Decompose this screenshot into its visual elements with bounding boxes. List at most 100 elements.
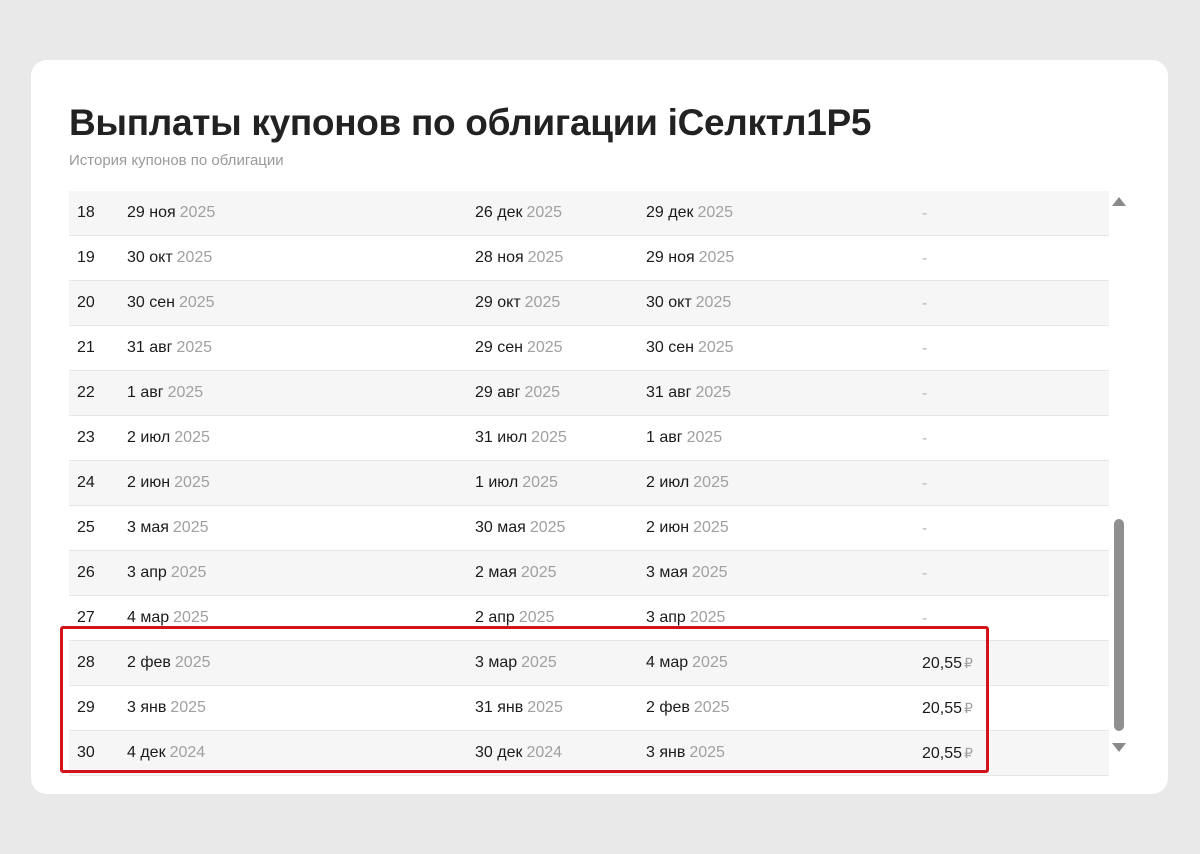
coupon-amount-value: -	[922, 295, 928, 312]
payment-date-year: 2025	[697, 204, 734, 221]
ruble-icon: ₽	[964, 700, 973, 716]
start-date-day: 28 ноя	[475, 249, 524, 266]
payment-date-year: 2025	[693, 519, 729, 536]
record-date-day: 2 июн	[127, 474, 171, 491]
payment-date-day: 30 окт	[646, 294, 692, 311]
start-date-year: 2025	[527, 249, 564, 266]
payment-date-year: 2025	[691, 564, 728, 581]
start-date-day: 2 мая	[475, 564, 517, 581]
scroll-up-icon[interactable]	[1112, 197, 1126, 206]
record-date-year: 2025	[167, 384, 204, 401]
record-date-day: 29 ноя	[127, 204, 176, 221]
payment-date: 1 авг 2025	[646, 416, 722, 460]
table-row: 30 4 дек 2024 30 дек 2024 3 янв 2025 20,55 ₽	[69, 731, 1109, 776]
coupon-amount-value: -	[922, 565, 928, 582]
start-date-day: 31 янв	[475, 699, 524, 716]
record-date-year: 2025	[170, 699, 206, 716]
coupon-number: 24	[77, 474, 95, 491]
coupon-amount: -	[922, 461, 929, 506]
record-date-year: 2025	[179, 204, 216, 221]
start-date-year: 2025	[529, 519, 566, 536]
coupon-number: 27	[77, 609, 95, 626]
payment-date-year: 2025	[695, 384, 732, 401]
record-date-day: 1 авг	[127, 384, 164, 401]
record-date-day: 31 авг	[127, 339, 173, 356]
table-row: 20 30 сен 2025 29 окт 2025 30 окт 2025-	[69, 281, 1109, 326]
start-date: 29 авг 2025	[475, 371, 560, 415]
record-date: 31 авг 2025	[127, 326, 212, 370]
coupon-amount-value: -	[922, 430, 928, 447]
coupon-number: 22	[77, 384, 95, 401]
start-date-year: 2025	[531, 429, 567, 446]
coupon-amount-value: -	[922, 475, 928, 492]
record-date: 2 июл 2025	[127, 416, 210, 460]
table-row: 26 3 апр 2025 2 мая 2025 3 мая 2025-	[69, 551, 1109, 596]
table-row: 24 2 июн 2025 1 июл 2025 2 июл 2025-	[69, 461, 1109, 506]
table-row: 27 4 мар 2025 2 апр 2025 3 апр 2025-	[69, 596, 1109, 641]
record-date: 3 мая 2025	[127, 506, 209, 550]
record-date-day: 3 апр	[127, 564, 167, 581]
payment-date: 4 мар 2025	[646, 641, 728, 685]
coupon-number: 26	[77, 564, 95, 581]
payment-date: 3 мая 2025	[646, 551, 728, 595]
record-date-year: 2025	[176, 249, 213, 266]
start-date: 31 июл 2025	[475, 416, 567, 460]
start-date: 3 мар 2025	[475, 641, 557, 685]
payment-date-day: 4 мар	[646, 654, 689, 671]
payment-date-day: 31 авг	[646, 384, 692, 401]
scrollbar-thumb[interactable]	[1114, 519, 1124, 731]
coupon-amount: -	[922, 236, 929, 281]
record-date: 30 окт 2025	[127, 236, 212, 280]
coupon-amount-value: -	[922, 385, 928, 402]
start-date-year: 2025	[527, 699, 563, 716]
payment-date: 3 янв 2025	[646, 731, 725, 775]
start-date-year: 2025	[524, 384, 561, 401]
start-date: 30 мая 2025	[475, 506, 565, 550]
start-date-day: 29 авг	[475, 384, 521, 401]
coupon-number: 18	[77, 204, 95, 221]
start-date-year: 2025	[526, 339, 563, 356]
start-date-day: 3 мар	[475, 654, 518, 671]
record-date: 4 дек 2024	[127, 731, 205, 775]
payment-date: 2 июл 2025	[646, 461, 729, 505]
payment-date: 3 апр 2025	[646, 596, 725, 640]
payment-date-day: 3 апр	[646, 609, 686, 626]
scroll-down-icon[interactable]	[1112, 743, 1126, 752]
coupon-amount: 20,55 ₽	[922, 731, 973, 776]
payment-date-day: 2 июн	[646, 519, 690, 536]
start-date-year: 2025	[518, 609, 555, 626]
record-date: 2 июн 2025	[127, 461, 210, 505]
start-date: 30 дек 2024	[475, 731, 562, 775]
page-subtitle: История купонов по облигации	[69, 152, 284, 169]
start-date-year: 2024	[526, 744, 563, 761]
payment-date: 2 июн 2025	[646, 506, 729, 550]
start-date-year: 2025	[520, 564, 557, 581]
record-date-year: 2025	[174, 429, 210, 446]
record-date-year: 2025	[170, 564, 207, 581]
coupon-number: 25	[77, 519, 95, 536]
start-date: 29 сен 2025	[475, 326, 563, 370]
payment-date-year: 2025	[686, 429, 723, 446]
payment-date: 30 сен 2025	[646, 326, 734, 370]
record-date-year: 2025	[173, 609, 209, 626]
coupon-amount: -	[922, 191, 929, 236]
coupon-number: 30	[77, 744, 95, 761]
coupon-amount: -	[922, 506, 929, 551]
payment-date-day: 3 мая	[646, 564, 688, 581]
coupon-amount-value: -	[922, 205, 928, 222]
record-date-day: 30 сен	[127, 294, 175, 311]
payment-date-year: 2025	[697, 339, 734, 356]
coupon-number: 19	[77, 249, 95, 266]
coupon-table: 18 29 ноя 2025 26 дек 2025 29 дек 2025-19 30 ок…	[69, 191, 1109, 776]
table-row: 22 1 авг 2025 29 авг 2025 31 авг 2025-	[69, 371, 1109, 416]
start-date-day: 29 окт	[475, 294, 521, 311]
start-date-day: 31 июл	[475, 429, 528, 446]
payment-date: 2 фев 2025	[646, 686, 730, 730]
payment-date: 31 авг 2025	[646, 371, 731, 415]
payment-date-year: 2025	[695, 294, 732, 311]
coupon-amount: -	[922, 416, 929, 461]
record-date: 3 апр 2025	[127, 551, 206, 595]
coupon-number: 23	[77, 429, 95, 446]
record-date-year: 2025	[174, 474, 210, 491]
start-date: 29 окт 2025	[475, 281, 560, 325]
